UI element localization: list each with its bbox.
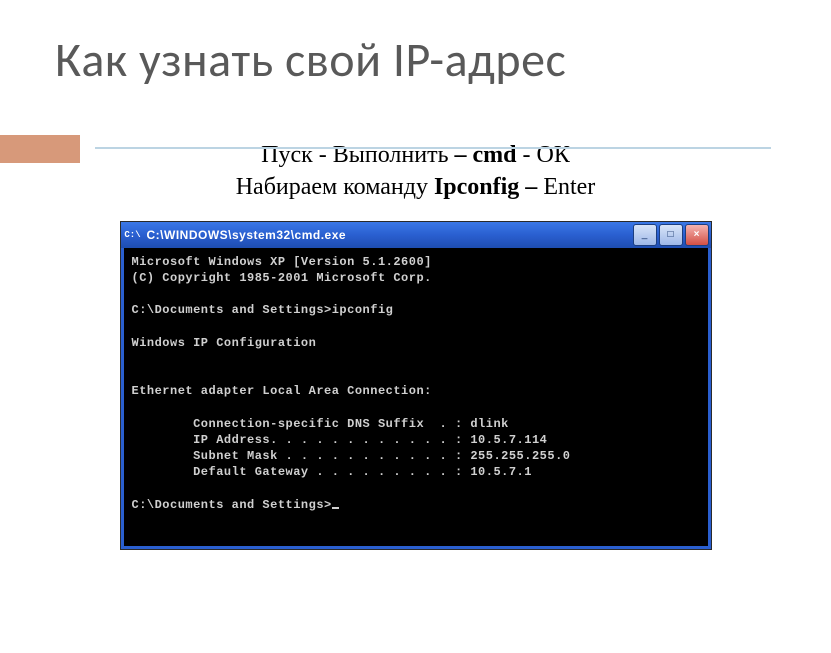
console-line: C:\Documents and Settings>ipconfig — [132, 303, 394, 317]
titlebar: C:\ C:\WINDOWS\system32\cmd.exe _ □ × — [121, 222, 711, 248]
accent-bar — [0, 135, 80, 163]
console-line: Windows IP Configuration — [132, 336, 317, 350]
bold-text: Ipconfig – — [434, 174, 537, 200]
slide: Как узнать свой IP-адрес Пуск - Выполнит… — [0, 30, 831, 653]
bold-text: – cmd — [455, 142, 517, 168]
console-line — [132, 287, 140, 301]
console-line: (C) Copyright 1985-2001 Microsoft Corp. — [132, 271, 432, 285]
maximize-button[interactable]: □ — [659, 224, 683, 246]
text: Enter — [537, 174, 595, 200]
console-line — [132, 481, 140, 495]
text: - ОК — [517, 142, 570, 168]
instruction-line-2: Набираем команду Ipconfig – Enter — [0, 171, 831, 203]
window-title: C:\WINDOWS\system32\cmd.exe — [147, 228, 633, 242]
console-line — [132, 352, 140, 366]
console-line: Ethernet adapter Local Area Connection: — [132, 384, 432, 398]
instruction-line-1: Пуск - Выполнить – cmd - ОК — [0, 139, 831, 171]
window-controls: _ □ × — [633, 224, 709, 246]
cursor — [332, 507, 339, 509]
console-line: Default Gateway . . . . . . . . . : 10.5… — [132, 465, 532, 479]
cmd-icon: C:\ — [125, 227, 141, 243]
console-line: IP Address. . . . . . . . . . . . : 10.5… — [132, 433, 548, 447]
console-output: Microsoft Windows XP [Version 5.1.2600] … — [121, 248, 711, 549]
console-line — [132, 368, 140, 382]
close-button[interactable]: × — [685, 224, 709, 246]
console-line: Microsoft Windows XP [Version 5.1.2600] — [132, 255, 432, 269]
console-line: Connection-specific DNS Suffix . : dlink — [132, 417, 509, 431]
console-prompt: C:\Documents and Settings> — [132, 498, 332, 512]
minimize-button[interactable]: _ — [633, 224, 657, 246]
text: Набираем команду — [236, 174, 434, 200]
text: Пуск - Выполнить — [261, 142, 454, 168]
divider — [95, 147, 771, 149]
console-line — [132, 400, 140, 414]
cmd-window: C:\ C:\WINDOWS\system32\cmd.exe _ □ × Mi… — [121, 222, 711, 549]
console-line — [132, 320, 140, 334]
page-title: Как узнать свой IP-адрес — [55, 30, 831, 89]
console-line: Subnet Mask . . . . . . . . . . . : 255.… — [132, 449, 571, 463]
